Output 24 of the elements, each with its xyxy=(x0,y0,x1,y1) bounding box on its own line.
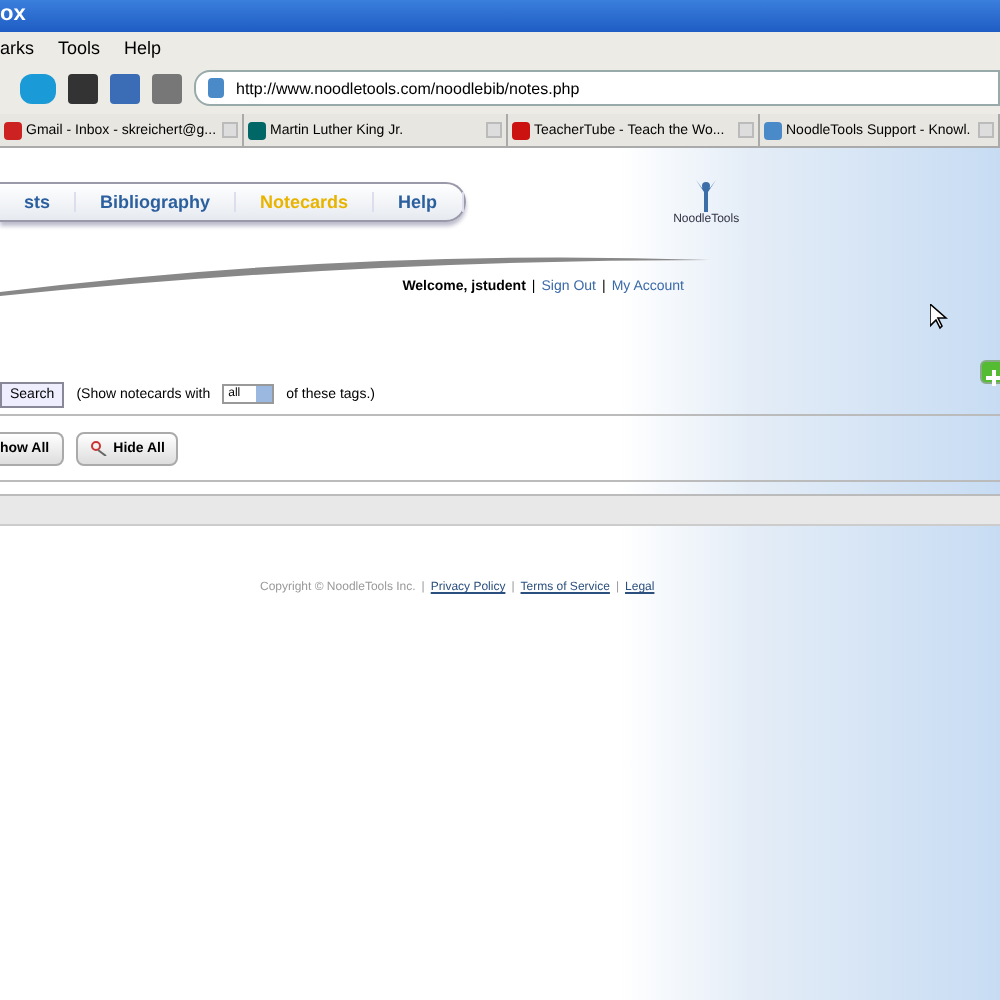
menu-item[interactable]: arks xyxy=(0,37,35,57)
site-icon xyxy=(512,121,530,139)
site-icon xyxy=(4,121,22,139)
add-button[interactable] xyxy=(980,360,1000,384)
menu-item[interactable]: Tools xyxy=(58,37,101,57)
magnifier-icon xyxy=(89,440,108,456)
plus-icon xyxy=(986,370,1000,386)
address-field[interactable]: http://www.noodletools.com/noodlebib/notes.php xyxy=(194,70,1000,106)
site-icon xyxy=(248,121,266,139)
window-title: ox xyxy=(0,0,1000,32)
nav-tab[interactable]: Help xyxy=(374,192,464,212)
close-icon[interactable] xyxy=(222,122,238,138)
close-icon[interactable] xyxy=(978,122,994,138)
close-icon[interactable] xyxy=(738,122,754,138)
cursor-icon xyxy=(930,304,948,330)
toolbar-icon[interactable] xyxy=(68,73,98,103)
nav-tab[interactable]: sts xyxy=(0,192,77,212)
menu-item[interactable]: Help xyxy=(124,37,162,57)
figure-icon xyxy=(694,178,719,214)
nav-tab[interactable]: Bibliography xyxy=(76,192,237,212)
site-icon xyxy=(764,121,782,139)
site-icon xyxy=(208,78,224,98)
caret-icon xyxy=(256,386,273,402)
close-icon[interactable] xyxy=(486,122,502,138)
